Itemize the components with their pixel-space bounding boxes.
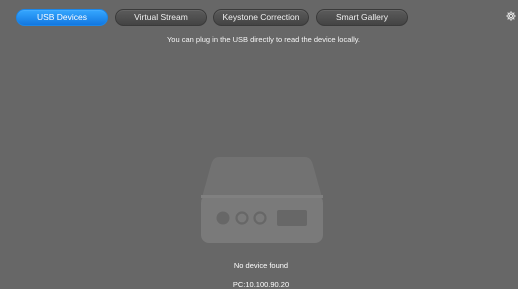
usb-hint-text: You can plug in the USB directly to read… (166, 35, 361, 44)
gear-icon[interactable] (505, 9, 517, 21)
tab-bar: USB Devices Virtual Stream Keystone Corr… (0, 9, 518, 27)
ip-address-label: PC:10.100.90.20 (232, 280, 290, 289)
tab-virtual-stream[interactable]: Virtual Stream (115, 9, 207, 26)
usb-device-icon (199, 157, 325, 243)
tab-keystone-correction[interactable]: Keystone Correction (213, 9, 309, 26)
tab-smart-gallery[interactable]: Smart Gallery (316, 9, 408, 26)
tab-usb-devices[interactable]: USB Devices (16, 9, 108, 26)
no-device-status: No device found (233, 261, 289, 270)
